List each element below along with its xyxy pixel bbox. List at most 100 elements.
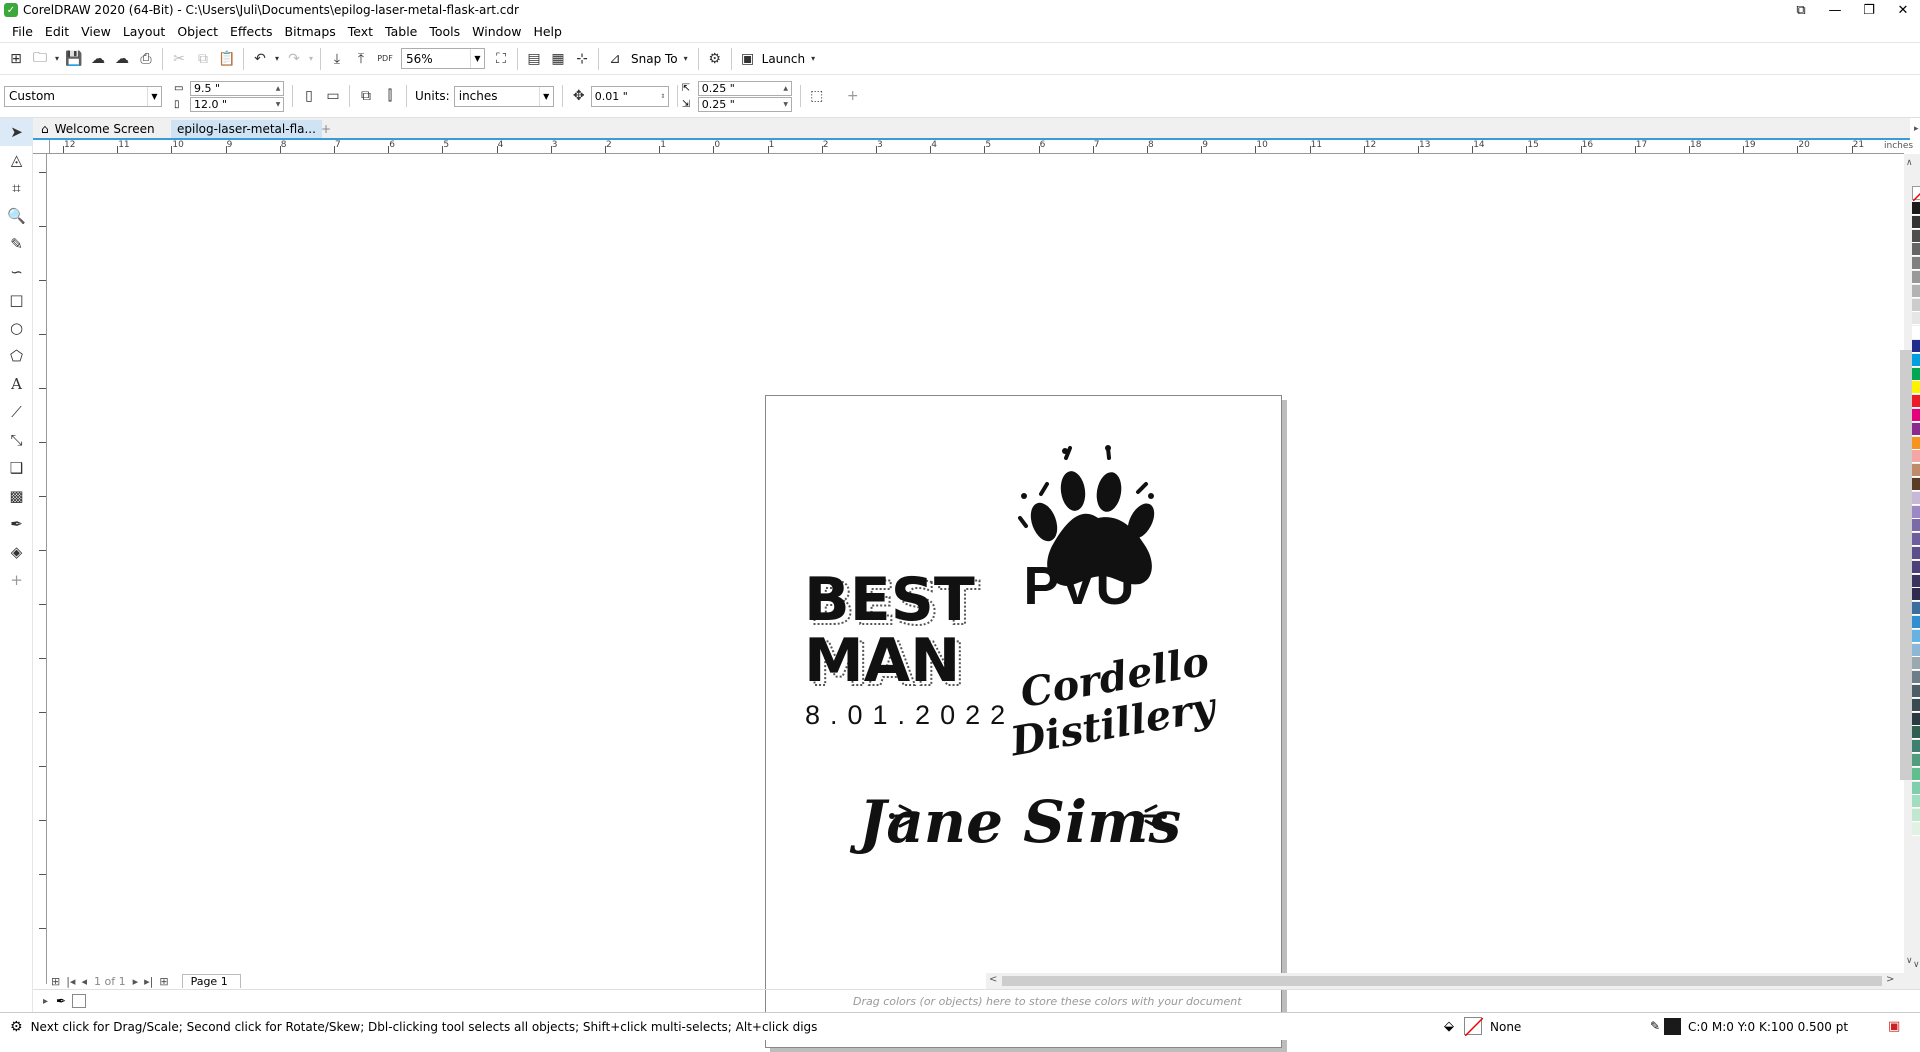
palette-swatch[interactable] [1912,353,1920,367]
jane-sims-graphic[interactable]: Jane Sims [849,788,1181,856]
interactive-fill-tool-icon[interactable]: ◈ [0,538,33,566]
palette-swatch[interactable] [1912,574,1920,588]
show-grid-icon[interactable]: ▦ [546,47,570,71]
vertical-ruler[interactable] [33,154,47,984]
page-height-field[interactable]: 12.0 " ▼ [190,96,284,112]
scroll-left-icon[interactable]: < [989,974,997,985]
import-cloud-icon[interactable]: ☁ [86,47,110,71]
units-combo[interactable]: inches ▼ [453,85,554,107]
horizontal-scroll-thumb[interactable] [1002,976,1882,986]
undo-icon[interactable]: ↶ [248,47,272,71]
palette-swatch[interactable] [1912,795,1920,809]
document-page[interactable]: PVU BEST BEST MAN MAN 8.01.2022 Cordello… [765,395,1282,1048]
palette-swatch[interactable] [1912,381,1920,395]
palette-swatch[interactable] [1912,505,1920,519]
menu-tools[interactable]: Tools [429,24,460,39]
palette-swatch[interactable] [1912,712,1920,726]
palette-swatch[interactable] [1912,326,1920,340]
freehand-tool-icon[interactable]: ✎ [0,230,33,258]
zoom-level-combo[interactable]: 56% ▼ [401,48,485,69]
snap-to-icon[interactable]: ⊿ [603,47,627,71]
next-page-icon[interactable]: ▸ [133,975,139,988]
snap-to-label[interactable]: Snap To [631,52,678,66]
menu-window[interactable]: Window [472,24,521,39]
palette-swatch[interactable] [1912,450,1920,464]
ellipse-tool-icon[interactable]: ○ [0,314,33,342]
palette-swatch[interactable] [1912,257,1920,271]
spin-arrows-icon[interactable]: ▲ [781,82,791,95]
ruler-origin[interactable] [33,140,50,154]
palette-swatch[interactable] [1912,616,1920,629]
palette-swatch[interactable] [1912,643,1920,657]
redo-dropdown-icon[interactable]: ▾ [306,47,316,71]
redo-icon[interactable]: ↷ [282,47,306,71]
import-icon[interactable]: ⤓ [325,47,349,71]
pick-tool-icon[interactable]: ➤ [0,118,33,146]
cut-icon[interactable]: ✂ [167,47,191,71]
connector-tool-icon[interactable]: ⤡ [0,426,33,454]
last-page-icon[interactable]: ▸| [144,975,153,988]
fill-none-swatch[interactable] [1464,1017,1484,1037]
no-fill-swatch-icon[interactable] [72,994,87,1008]
scroll-right-icon[interactable]: > [1886,974,1894,985]
parallel-dimension-tool-icon[interactable]: ⟋ [0,398,33,426]
drawing-canvas[interactable]: PVU BEST BEST MAN MAN 8.01.2022 Cordello… [48,155,1904,1048]
palette-swatch[interactable] [1912,767,1920,781]
paste-icon[interactable]: 📋 [215,47,239,71]
new-document-icon[interactable]: ⊞ [4,47,28,71]
scroll-up-icon[interactable]: ∧ [1906,158,1913,168]
previous-page-icon[interactable]: ◂ [81,975,87,988]
copy-icon[interactable]: ⧉ [191,47,215,71]
eyedropper-icon[interactable]: ✒ [56,994,66,1008]
palette-swatch[interactable] [1912,547,1920,560]
drop-shadow-tool-icon[interactable]: ❑ [0,454,33,482]
transparency-tool-icon[interactable]: ▩ [0,482,33,510]
palette-swatch[interactable] [1912,629,1920,643]
palette-swatch[interactable] [1912,671,1920,685]
palette-swatch[interactable] [1912,740,1920,754]
palette-swatch[interactable] [1912,298,1920,312]
menu-view[interactable]: View [81,24,111,39]
palette-swatch[interactable] [1912,754,1920,767]
palette-swatch[interactable] [1912,367,1920,381]
add-page-before-icon[interactable]: ⊞ [51,975,60,988]
horizontal-ruler[interactable]: 12 11 10 9 8 7 6 5 4 3 2 1 0 1 2 3 4 5 6 7 8 9 10 11 12 13 14 15 16 1… [50,140,1904,154]
options-gear-icon[interactable]: ⚙ [703,47,727,71]
show-guidelines-icon[interactable]: ⊹ [570,47,594,71]
crop-tool-icon[interactable]: ⌗ [0,174,33,202]
palette-swatch[interactable] [1912,588,1920,602]
launch-label[interactable]: Launch [762,52,805,66]
first-page-icon[interactable]: |◂ [66,975,75,988]
menu-file[interactable]: File [12,24,33,39]
palette-swatch[interactable] [1912,657,1920,671]
page-1-tab[interactable]: Page 1 [181,974,241,988]
tab-document[interactable]: epilog-laser-metal-fla... [171,120,322,138]
outline-color-swatch[interactable] [1664,1018,1681,1035]
rectangle-tool-icon[interactable]: □ [0,286,33,314]
palette-swatch[interactable] [1912,229,1920,243]
page-preset-combo[interactable]: Custom ▼ [4,85,162,107]
upload-cloud-icon[interactable]: ☁ [110,47,134,71]
document-palette-strip[interactable]: ▸ ✒ Drag colors (or objects) here to sto… [33,989,1920,1012]
current-page-icon[interactable]: ⫿ [378,84,402,108]
palette-swatch[interactable] [1912,215,1920,229]
menu-layout[interactable]: Layout [123,24,166,39]
palette-swatch[interactable] [1912,243,1920,257]
duplicate-distance-y-field[interactable]: 0.25 " ▼ [697,96,792,112]
cordello-distillery-graphic[interactable]: Cordello Distillery [998,638,1221,766]
zoom-tool-icon[interactable]: 🔍 [0,202,33,230]
best-man-graphic[interactable]: BEST BEST MAN MAN [804,565,981,701]
menu-object[interactable]: Object [177,24,218,39]
menu-text[interactable]: Text [348,24,373,39]
menu-table[interactable]: Table [385,24,417,39]
palette-swatch[interactable] [1912,491,1920,505]
palette-scroll-up-icon[interactable]: ▸ [1914,124,1919,134]
palette-swatch[interactable] [1912,726,1920,740]
palette-swatch[interactable] [1912,284,1920,298]
vertical-scroll-thumb[interactable] [1900,350,1912,780]
duplicate-distance-x-field[interactable]: 0.25 " ▲ [697,80,792,96]
eyedropper-tool-icon[interactable]: ✒ [0,510,33,538]
spin-arrows-icon[interactable]: ▼ [273,98,283,111]
open-folder-icon[interactable]: 🗀 [28,47,52,71]
spin-arrows-icon[interactable]: ▼ [781,98,791,111]
